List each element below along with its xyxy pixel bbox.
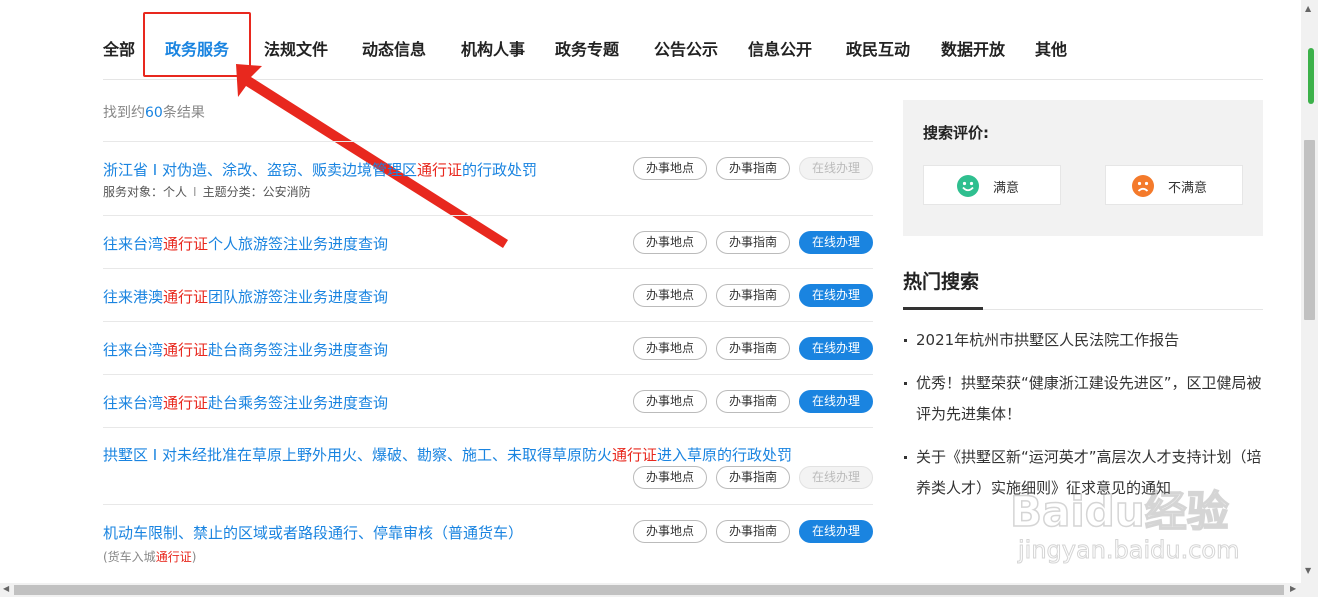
location-button[interactable]: 办事地点: [633, 466, 707, 489]
satisfied-button[interactable]: 满意: [923, 165, 1061, 205]
guide-button[interactable]: 办事指南: [716, 390, 790, 413]
hot-search-item[interactable]: 关于《拱墅区新“运河英才”高层次人才支持计划（培养类人才）实施细则》征求意见的通…: [903, 442, 1263, 504]
location-button[interactable]: 办事地点: [633, 337, 707, 360]
online-service-button: 在线办理: [799, 466, 873, 489]
location-button[interactable]: 办事地点: [633, 520, 707, 543]
tab-interaction[interactable]: 政民互动: [846, 36, 910, 60]
result-title-link[interactable]: 往来港澳通行证团队旅游签注业务进度查询: [103, 286, 388, 307]
list-item: 浙江省 I 对伪造、涂改、盗窃、贩卖边境管理区通行证的行政处罚 服务对象：个人 I…: [103, 142, 873, 216]
location-button[interactable]: 办事地点: [633, 231, 707, 254]
guide-button[interactable]: 办事指南: [716, 520, 790, 543]
side-indicator: [1308, 48, 1314, 104]
result-actions: 办事地点 办事指南 在线办理: [633, 157, 873, 180]
horizontal-scrollbar[interactable]: ◀ ▶: [0, 583, 1318, 597]
result-title-link[interactable]: 往来台湾通行证个人旅游签注业务进度查询: [103, 233, 388, 254]
list-item: 往来台湾通行证赴台乘务签注业务进度查询 办事地点 办事指南 在线办理: [103, 375, 873, 428]
result-title-link[interactable]: 拱墅区 I 对未经批准在草原上野外用火、爆破、勘察、施工、未取得草原防火通行证进…: [103, 444, 792, 465]
tab-regulations[interactable]: 法规文件: [264, 36, 328, 60]
online-service-button: 在线办理: [799, 157, 873, 180]
tab-open-data[interactable]: 数据开放: [941, 36, 1005, 60]
guide-button[interactable]: 办事指南: [716, 157, 790, 180]
hot-search-list: 2021年杭州市拱墅区人民法院工作报告 优秀！拱墅荣获“健康浙江建设先进区”，区…: [903, 325, 1263, 516]
tab-other[interactable]: 其他: [1035, 36, 1067, 60]
hot-search-item[interactable]: 2021年杭州市拱墅区人民法院工作报告: [903, 325, 1263, 356]
result-meta: 服务对象：个人 I 主题分类：公安消防: [103, 185, 311, 199]
online-service-button[interactable]: 在线办理: [799, 520, 873, 543]
result-title-link[interactable]: 往来台湾通行证赴台乘务签注业务进度查询: [103, 392, 388, 413]
results-list: 浙江省 I 对伪造、涂改、盗窃、贩卖边境管理区通行证的行政处罚 服务对象：个人 I…: [103, 141, 873, 585]
unsatisfied-label: 不满意: [1168, 181, 1208, 196]
guide-button[interactable]: 办事指南: [716, 284, 790, 307]
online-service-button[interactable]: 在线办理: [799, 284, 873, 307]
annotation-highlight-box: [143, 12, 251, 77]
frown-face-icon: [1132, 175, 1154, 197]
tab-news[interactable]: 动态信息: [362, 36, 426, 60]
location-button[interactable]: 办事地点: [633, 390, 707, 413]
scroll-up-icon[interactable]: ▲: [1305, 4, 1311, 13]
tab-announcements[interactable]: 公告公示: [654, 36, 718, 60]
search-evaluation-panel: 搜索评价: 满意 不满意: [903, 100, 1263, 236]
list-item: 往来台湾通行证个人旅游签注业务进度查询 办事地点 办事指南 在线办理: [103, 216, 873, 269]
scroll-down-icon[interactable]: ▼: [1305, 566, 1311, 575]
hot-search-item[interactable]: 优秀！拱墅荣获“健康浙江建设先进区”，区卫健局被评为先进集体！: [903, 368, 1263, 430]
smile-face-icon: [957, 175, 979, 197]
unsatisfied-button[interactable]: 不满意: [1105, 165, 1243, 205]
guide-button[interactable]: 办事指南: [716, 466, 790, 489]
scroll-right-icon[interactable]: ▶: [1290, 584, 1296, 593]
location-button[interactable]: 办事地点: [633, 157, 707, 180]
online-service-button[interactable]: 在线办理: [799, 231, 873, 254]
title-underline: [903, 307, 983, 310]
result-actions: 办事地点 办事指南 在线办理: [633, 231, 873, 254]
hot-search-title: 热门搜索: [903, 271, 980, 293]
list-item: 往来港澳通行证团队旅游签注业务进度查询 办事地点 办事指南 在线办理: [103, 269, 873, 322]
guide-button[interactable]: 办事指南: [716, 231, 790, 254]
satisfied-label: 满意: [993, 181, 1020, 196]
category-tabs: 全部 政务服务 法规文件 动态信息 机构人事 政务专题 公告公示 信息公开 政民…: [103, 28, 1263, 80]
result-title-link[interactable]: 浙江省 I 对伪造、涂改、盗窃、贩卖边境管理区通行证的行政处罚: [103, 159, 537, 180]
guide-button[interactable]: 办事指南: [716, 337, 790, 360]
location-button[interactable]: 办事地点: [633, 284, 707, 307]
evaluation-title: 搜索评价:: [923, 124, 989, 142]
result-actions: 办事地点 办事指南 在线办理: [633, 284, 873, 307]
result-actions: 办事地点 办事指南 在线办理: [633, 390, 873, 413]
result-title-link[interactable]: 往来台湾通行证赴台商务签注业务进度查询: [103, 339, 388, 360]
list-item: 机动车限制、禁止的区域或者路段通行、停靠审核（普通货车） (货车入城通行证) 办…: [103, 505, 873, 585]
list-item: 往来台湾通行证赴台商务签注业务进度查询 办事地点 办事指南 在线办理: [103, 322, 873, 375]
scroll-thumb[interactable]: [1304, 140, 1315, 320]
result-note: (货车入城通行证): [103, 550, 197, 564]
tab-disclosure[interactable]: 信息公开: [748, 36, 812, 60]
tab-all[interactable]: 全部: [103, 36, 135, 60]
list-item: 拱墅区 I 对未经批准在草原上野外用火、爆破、勘察、施工、未取得草原防火通行证进…: [103, 428, 873, 505]
tab-personnel[interactable]: 机构人事: [461, 36, 525, 60]
result-actions: 办事地点 办事指南 在线办理: [633, 337, 873, 360]
search-results-page: 全部 政务服务 法规文件 动态信息 机构人事 政务专题 公告公示 信息公开 政民…: [0, 0, 1318, 597]
result-count: 找到约60条结果: [103, 105, 205, 121]
online-service-button[interactable]: 在线办理: [799, 337, 873, 360]
tab-topics[interactable]: 政务专题: [555, 36, 619, 60]
scroll-thumb[interactable]: [14, 585, 1284, 595]
result-actions: 办事地点 办事指南 在线办理: [633, 466, 873, 489]
result-title-link[interactable]: 机动车限制、禁止的区域或者路段通行、停靠审核（普通货车）: [103, 522, 523, 543]
online-service-button[interactable]: 在线办理: [799, 390, 873, 413]
scroll-left-icon[interactable]: ◀: [3, 584, 9, 593]
result-actions: 办事地点 办事指南 在线办理: [633, 520, 873, 543]
